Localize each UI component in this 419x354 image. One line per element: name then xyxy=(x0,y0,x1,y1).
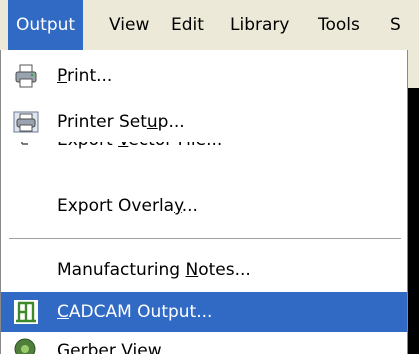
menu-item-label: Export Vector File... xyxy=(57,142,222,150)
menu-view[interactable]: View xyxy=(101,0,157,50)
menu-item-label: Printer Setup... xyxy=(57,112,185,132)
menu-item-manufacturing-notes[interactable]: Manufacturing Notes... xyxy=(1,250,407,290)
menu-tools[interactable]: Tools xyxy=(310,0,368,50)
menu-item-label: CADCAM Output... xyxy=(57,302,213,322)
menu-item-export-overlay[interactable]: Export Overlay... xyxy=(1,186,407,226)
menu-item-label: Print... xyxy=(57,66,113,86)
menu-separator xyxy=(9,238,401,240)
background-window xyxy=(407,50,419,354)
menu-item-gerber-view[interactable]: Gerber View xyxy=(1,336,407,354)
menu-bar: Output View Edit Library Tools S xyxy=(0,0,419,51)
export-vector-icon xyxy=(13,142,39,160)
gerber-view-icon xyxy=(13,336,39,354)
menu-more[interactable]: S xyxy=(382,0,409,50)
printer-icon xyxy=(13,63,39,89)
output-menu-dropdown: Print... Printer Setup... Export Vector … xyxy=(0,50,408,354)
menu-edit[interactable]: Edit xyxy=(163,0,212,50)
menu-item-export-vector-file[interactable]: Export Vector File... xyxy=(1,142,407,160)
menu-library[interactable]: Library xyxy=(222,0,297,50)
menu-item-label: Gerber View xyxy=(57,341,162,354)
menu-output[interactable]: Output xyxy=(8,0,84,50)
printer-setup-icon xyxy=(13,109,39,135)
menu-item-cadcam-output[interactable]: CADCAM Output... xyxy=(1,292,407,332)
menu-item-label: Manufacturing Notes... xyxy=(57,260,251,280)
menu-item-label: Export Overlay... xyxy=(57,196,198,216)
menu-item-print[interactable]: Print... xyxy=(1,56,407,96)
menu-item-printer-setup[interactable]: Printer Setup... xyxy=(1,102,407,142)
cadcam-icon xyxy=(13,299,39,325)
